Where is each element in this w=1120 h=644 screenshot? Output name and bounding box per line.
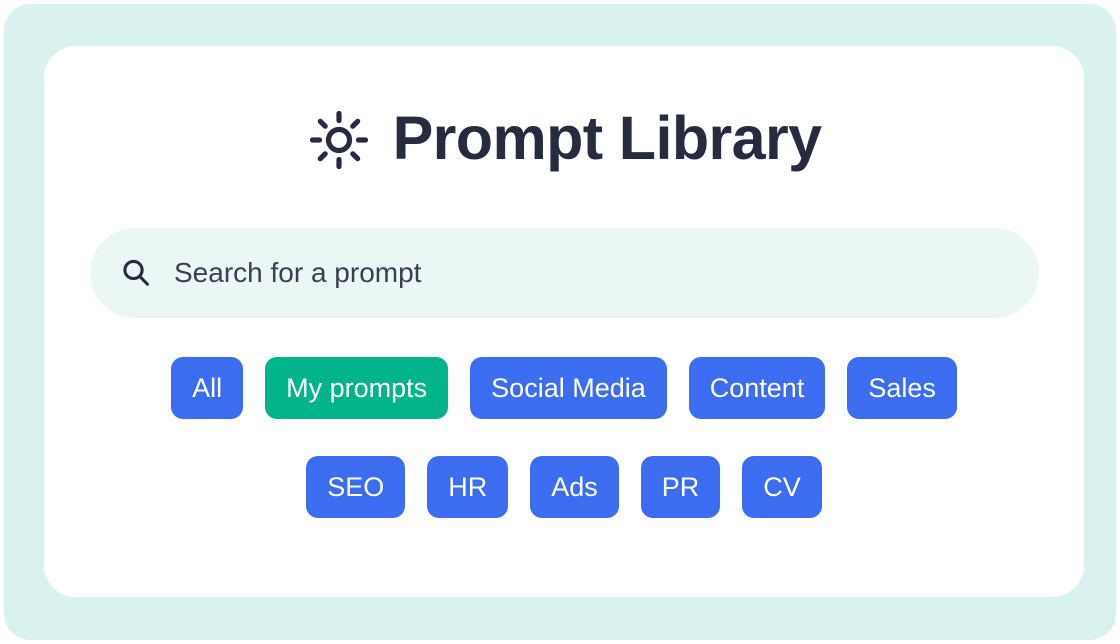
search-icon bbox=[123, 259, 149, 286]
filter-chip-sales[interactable]: Sales bbox=[847, 357, 957, 419]
filter-chip-cv[interactable]: CV bbox=[742, 456, 822, 518]
filter-chip-row-2: SEO HR Ads PR CV bbox=[44, 456, 1084, 518]
filter-chip-row-1: All My prompts Social Media Content Sales bbox=[44, 357, 1084, 419]
page-header: Prompt Library bbox=[44, 104, 1084, 172]
filter-chip-ads[interactable]: Ads bbox=[530, 456, 619, 518]
filter-chip-social-media[interactable]: Social Media bbox=[470, 357, 667, 419]
page-title: Prompt Library bbox=[392, 103, 822, 172]
filter-chip-my-prompts[interactable]: My prompts bbox=[265, 357, 449, 419]
filter-chip-seo[interactable]: SEO bbox=[306, 456, 406, 518]
filter-chip-all[interactable]: All bbox=[171, 357, 244, 419]
filter-chip-pr[interactable]: PR bbox=[640, 456, 721, 518]
search-input[interactable] bbox=[174, 250, 1039, 296]
sun-icon bbox=[309, 110, 368, 170]
prompt-library-card: Prompt Library All My prompts Social Media… bbox=[44, 46, 1084, 597]
filter-chip-hr[interactable]: HR bbox=[427, 456, 509, 518]
filter-chip-content[interactable]: Content bbox=[688, 357, 826, 419]
screen: Prompt Library All My prompts Social Media… bbox=[0, 0, 1120, 644]
outer-panel: Prompt Library All My prompts Social Media… bbox=[4, 4, 1116, 640]
search-bar[interactable] bbox=[90, 228, 1039, 318]
